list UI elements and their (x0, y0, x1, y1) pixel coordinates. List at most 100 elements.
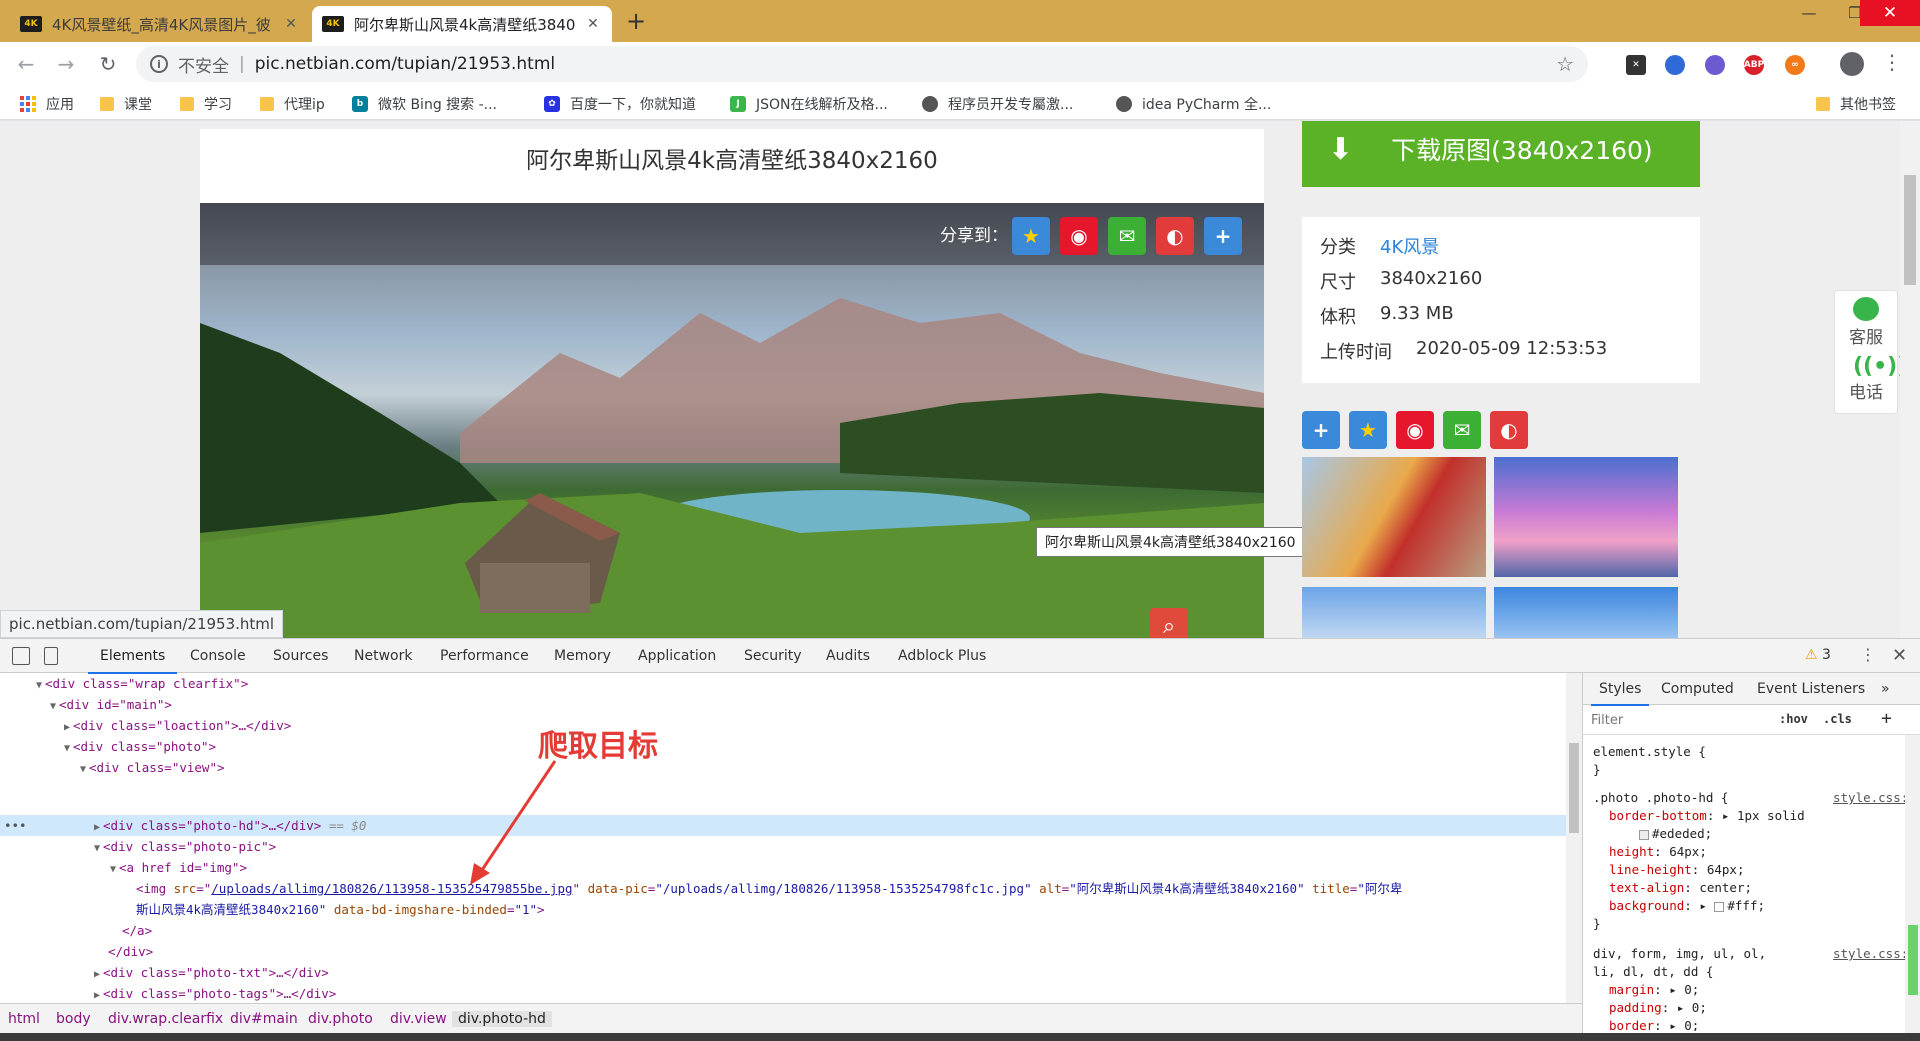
css-prop[interactable]: background: ▸ #fff; (1609, 897, 1765, 915)
device-toggle-icon[interactable] (44, 647, 58, 665)
css-prop[interactable]: text-align: center; (1609, 879, 1752, 897)
extension-x-icon[interactable]: ✕ (1626, 55, 1646, 75)
tab-memory[interactable]: Memory (554, 648, 611, 664)
styles-scrollbar-thumb[interactable] (1908, 925, 1918, 995)
bookmark-other[interactable]: 其他书签 (1816, 94, 1896, 114)
color-swatch[interactable] (1639, 829, 1649, 840)
address-bar[interactable]: i 不安全 | pic.netbian.com/tupian/21953.htm… (136, 46, 1588, 82)
dom-node[interactable]: </a> (122, 920, 152, 941)
extension-globe-icon[interactable] (1705, 55, 1725, 75)
styles-scrollbar[interactable] (1905, 735, 1920, 1034)
more-share-plus-icon[interactable]: + (1302, 411, 1340, 449)
img-src-link[interactable]: /uploads/allimg/180826/113958-1535254798… (211, 881, 572, 896)
crumb-main[interactable]: div#main (230, 1011, 298, 1027)
related-thumbnail[interactable] (1302, 457, 1486, 577)
tab-close-icon[interactable]: ✕ (584, 16, 602, 32)
crumb-body[interactable]: body (56, 1011, 91, 1027)
bookmark-apps[interactable]: 应用 (20, 94, 74, 114)
tab-computed[interactable]: Computed (1661, 681, 1734, 697)
dom-node[interactable]: ▼ <div id="main"> (50, 694, 172, 715)
tab-audits[interactable]: Audits (826, 648, 870, 664)
styles-filter-input[interactable] (1591, 710, 1761, 730)
hov-toggle[interactable]: :hov (1779, 712, 1808, 726)
tab-styles[interactable]: Styles (1590, 681, 1651, 706)
dom-node[interactable]: ▶ <div class="loaction">…</div> (64, 715, 291, 736)
inspect-element-icon[interactable] (12, 647, 30, 665)
bookmark-star-icon[interactable]: ☆ (1556, 52, 1574, 76)
page-scrollbar-thumb[interactable] (1904, 175, 1916, 285)
rule-source-link[interactable]: style.css:1 (1833, 789, 1916, 807)
elements-scrollbar-thumb[interactable] (1569, 743, 1579, 833)
bookmark-folder-proxy[interactable]: 代理ip (260, 94, 325, 114)
css-prop[interactable]: padding: ▸ 0; (1609, 999, 1707, 1017)
url-text[interactable]: pic.netbian.com/tupian/21953.html (255, 54, 555, 74)
new-tab-icon[interactable]: + (622, 8, 650, 36)
bookmark-folder-class[interactable]: 课堂 (100, 94, 152, 114)
dom-node[interactable]: ▼ <div class="photo"> (64, 736, 216, 757)
css-prop[interactable]: line-height: 64px; (1609, 861, 1745, 879)
browser-menu-icon[interactable]: ⋮ (1882, 50, 1902, 74)
elements-scrollbar[interactable] (1566, 673, 1582, 1003)
devtools-menu-icon[interactable]: ⋮ (1860, 645, 1876, 664)
element-style-rule[interactable]: element.style { (1593, 743, 1706, 761)
wechat-icon[interactable]: ✉ (1108, 217, 1146, 255)
css-prop[interactable]: height: 64px; (1609, 843, 1707, 861)
extension-firefox-icon[interactable] (1665, 55, 1685, 75)
tab-elements[interactable]: Elements (87, 648, 178, 674)
extension-infinity-icon[interactable]: ∞ (1785, 55, 1805, 75)
category-link[interactable]: 4K风景 (1380, 233, 1439, 268)
rule-reset-selector[interactable]: div, form, img, ul, ol, (1593, 945, 1766, 963)
rule-source-link[interactable]: style.css:1 (1833, 945, 1916, 963)
related-thumbnail[interactable] (1494, 587, 1678, 638)
dom-node-img[interactable]: <img src="/uploads/allimg/180826/113958-… (136, 878, 1402, 899)
profile-avatar-icon[interactable] (1840, 52, 1864, 76)
dom-node-img-cont[interactable]: 斯山风景4k高清壁纸3840x2160" data-bd-imgshare-bi… (136, 899, 545, 920)
tab-adblock-plus[interactable]: Adblock Plus (898, 648, 986, 664)
tab-wallpaper-list[interactable]: 4K 4K风景壁纸_高清4K风景图片_彼 ✕ (10, 6, 310, 42)
css-prop-cont[interactable]: #ededed; (1639, 825, 1712, 843)
download-original-button[interactable]: ⬇ 下载原图(3840x2160) (1302, 121, 1700, 187)
tab-close-icon[interactable]: ✕ (282, 16, 300, 32)
dom-node-photo-hd[interactable]: ▶ <div class="photo-hd">…</div> == $0 (94, 815, 366, 836)
tab-sources[interactable]: Sources (273, 648, 328, 664)
node-menu-dots[interactable]: ••• (4, 815, 27, 836)
phone-label[interactable]: 电话 (1849, 378, 1883, 403)
new-rule-plus-icon[interactable]: + (1881, 708, 1892, 729)
css-prop[interactable]: border: ▸ 0; (1609, 1017, 1699, 1031)
info-icon[interactable]: i (150, 55, 168, 73)
bookmark-pycharm[interactable]: idea PyCharm 全... (1116, 94, 1271, 114)
related-thumbnail[interactable] (1302, 587, 1486, 638)
dom-node[interactable]: ▼ <div class="wrap clearfix"> (36, 673, 248, 694)
bookmark-bing[interactable]: b 微软 Bing 搜索 -... (352, 94, 497, 114)
crumb-photo[interactable]: div.photo (308, 1011, 373, 1027)
color-swatch[interactable] (1714, 901, 1725, 912)
css-prop[interactable]: margin: ▸ 0; (1609, 981, 1699, 999)
adblock-plus-icon[interactable]: ABP (1744, 55, 1764, 75)
css-prop[interactable]: border-bottom: ▸ 1px solid (1609, 807, 1805, 825)
rule-photo-hd-selector[interactable]: .photo .photo-hd { (1593, 789, 1728, 807)
more-tabs-icon[interactable]: » (1881, 681, 1890, 697)
crumb-wrap[interactable]: div.wrap.clearfix (108, 1011, 223, 1027)
warning-counter[interactable]: ⚠ 3 (1805, 647, 1831, 663)
dom-node[interactable]: ▼ <div class="view"> (80, 757, 225, 778)
crumb-view[interactable]: div.view (390, 1011, 447, 1027)
window-close-icon[interactable]: ✕ (1860, 0, 1920, 26)
crumb-photo-hd[interactable]: div.photo-hd (452, 1011, 552, 1027)
bookmark-baidu[interactable]: ✿ 百度一下，你就知道 (544, 94, 696, 114)
customer-service-icon[interactable] (1853, 297, 1879, 321)
bookmark-dev-tools[interactable]: 程序员开发专屬激... (922, 94, 1073, 114)
rule-reset-selector-cont[interactable]: li, dl, dt, dd { (1593, 963, 1713, 981)
more-share-plus-icon[interactable]: + (1204, 217, 1242, 255)
dom-node[interactable]: ▶ <div class="photo-tags">…</div> (94, 983, 336, 1003)
weibo-icon[interactable]: ◉ (1396, 411, 1434, 449)
dom-node[interactable]: </div> (108, 941, 153, 962)
dom-node[interactable]: ▼ <div class="photo-pic"> (94, 836, 276, 857)
devtools-close-icon[interactable]: ✕ (1892, 645, 1907, 666)
wallpaper-image[interactable]: 分享到： ★ ◉ ✉ ◐ + ⌕ (200, 203, 1264, 638)
qzone-star-icon[interactable]: ★ (1012, 217, 1050, 255)
related-thumbnail[interactable] (1494, 457, 1678, 577)
bookmark-folder-study[interactable]: 学习 (180, 94, 232, 114)
zoom-search-icon[interactable]: ⌕ (1150, 608, 1188, 638)
page-scrollbar[interactable] (1900, 121, 1920, 638)
qzone-star-icon[interactable]: ★ (1349, 411, 1387, 449)
